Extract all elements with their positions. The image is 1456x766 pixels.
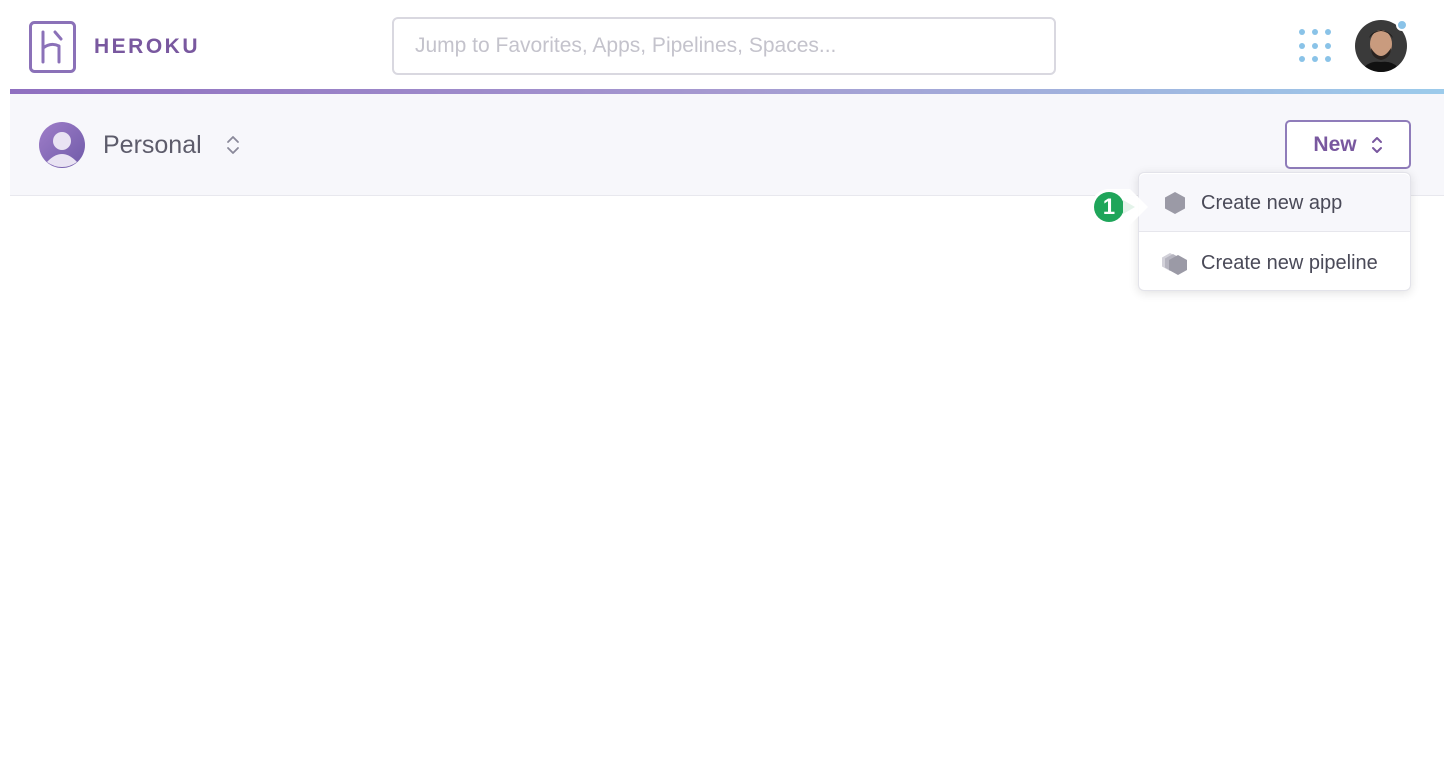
heroku-logo[interactable]: HEROKU [29,21,200,73]
apps-grid-icon[interactable] [1299,29,1333,63]
grid-dot [1299,42,1305,49]
grid-dot [1299,29,1305,35]
search-input[interactable] [392,17,1056,75]
grid-dot [1325,42,1331,49]
menu-item-label: Create new pipeline [1201,251,1378,274]
grid-dot [1325,29,1331,35]
account-switcher[interactable]: Personal [39,122,240,168]
heroku-logo-icon [29,21,76,73]
grid-dot [1325,56,1331,63]
pipeline-stack-icon [1162,253,1187,275]
notification-dot [1396,19,1408,31]
new-button[interactable]: New [1285,120,1411,169]
hexagon-app-icon [1165,192,1185,214]
grid-dot [1312,42,1318,49]
top-header: HEROKU [10,0,1444,90]
menu-divider [1139,231,1410,232]
heroku-wordmark: HEROKU [94,35,201,58]
step-number: 1 [1102,194,1116,219]
grid-dot [1299,56,1305,63]
menu-item-create-new-pipeline[interactable]: Create new pipeline [1139,234,1410,292]
step-callout-badge: 1 [1090,188,1150,226]
page: HEROKU Jump to Favorites, Apps, Pipeline… [0,0,1456,766]
menu-item-label: Create new app [1201,191,1343,214]
new-button-label: New [1313,132,1357,156]
new-dropdown-menu: Create new app Create new pipeline [1138,172,1411,291]
menu-item-create-new-app[interactable]: Create new app [1139,174,1410,232]
personal-account-icon [39,122,85,168]
account-name: Personal [103,130,202,159]
grid-dot [1312,29,1318,35]
grid-dot [1312,56,1318,63]
chevron-up-down-icon [1371,136,1382,153]
chevron-up-down-icon [226,136,239,154]
